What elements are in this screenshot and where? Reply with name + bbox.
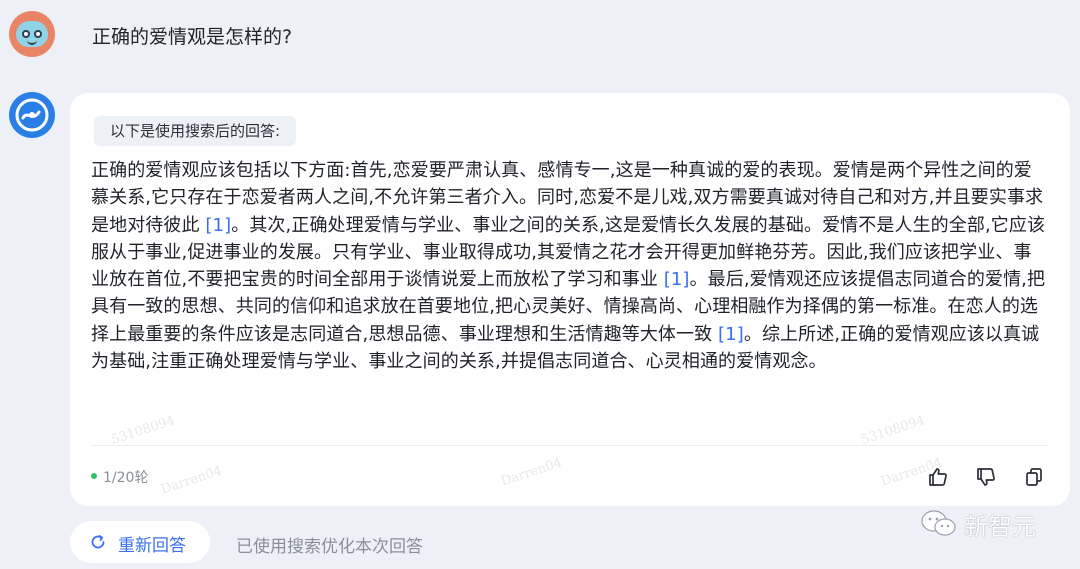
- round-counter: 1/20轮: [91, 467, 148, 487]
- watermark: 53108094: [859, 413, 927, 448]
- dislike-button[interactable]: [974, 465, 998, 489]
- thumbs-up-icon: [929, 468, 947, 486]
- bot-logo-icon: [15, 98, 49, 132]
- brand-name: 新智元: [964, 513, 1036, 541]
- status-dot: [91, 473, 97, 479]
- user-question: 正确的爱情观是怎样的?: [92, 26, 293, 48]
- avatar-eye-left: [22, 30, 30, 38]
- round-counter-text: 1/20轮: [103, 470, 149, 486]
- wechat-icon: [921, 510, 956, 536]
- regenerate-button[interactable]: 重新回答: [70, 521, 210, 563]
- citation-link[interactable]: [1]: [664, 269, 690, 290]
- avatar-face: [16, 21, 48, 47]
- copy-icon: [1026, 468, 1042, 486]
- watermark: Darren04: [499, 455, 564, 490]
- like-button[interactable]: [926, 465, 950, 489]
- answer-text: 正确的爱情观应该包括以下方面:首先,恋爱要严肃认真、感情专一,这是一种真诚的爱的…: [91, 157, 1049, 375]
- search-optimized-note: 已使用搜索优化本次回答: [236, 537, 423, 557]
- refresh-icon: [91, 535, 105, 549]
- answer-card: 以下是使用搜索后的回答: 正确的爱情观应该包括以下方面:首先,恋爱要严肃认真、感…: [70, 93, 1070, 506]
- regenerate-label: 重新回答: [118, 536, 186, 556]
- user-avatar: [9, 11, 55, 57]
- search-result-tag: 以下是使用搜索后的回答:: [94, 116, 297, 146]
- card-divider: [91, 445, 1049, 446]
- watermark: Darren04: [159, 463, 224, 498]
- chat-page: 正确的爱情观是怎样的? 以下是使用搜索后的回答: 正确的爱情观应该包括以下方面:…: [0, 0, 1080, 569]
- bot-avatar: [9, 92, 55, 138]
- watermark: 53108094: [109, 413, 177, 448]
- avatar-mouth: [27, 39, 37, 45]
- citation-link[interactable]: [1]: [718, 324, 744, 345]
- avatar-eye-right: [34, 30, 42, 38]
- copy-button[interactable]: [1022, 465, 1046, 489]
- citation-link[interactable]: [1]: [205, 215, 231, 236]
- thumbs-down-icon: [977, 468, 995, 486]
